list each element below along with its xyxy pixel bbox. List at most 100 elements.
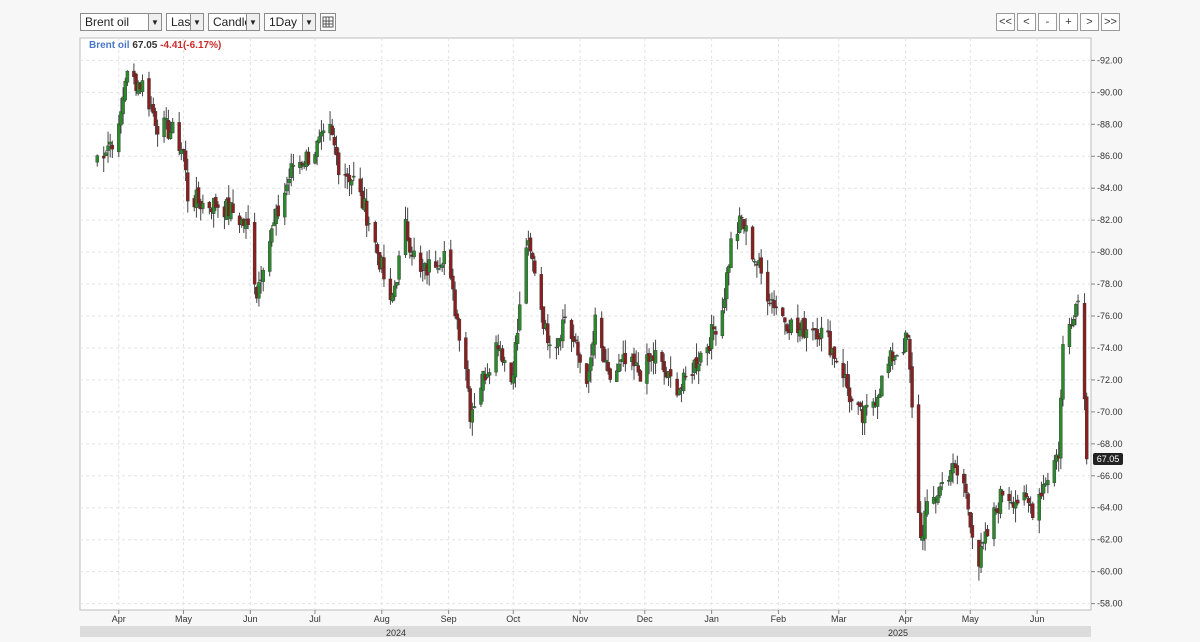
candle-body xyxy=(712,326,716,330)
candle-body xyxy=(1067,323,1072,348)
x-tick-label: Oct xyxy=(506,614,521,624)
candle-body xyxy=(257,282,261,299)
legend-series-name: Brent oil xyxy=(89,40,130,51)
candle-body xyxy=(819,327,824,339)
y-axis: -58.00 -60.00 -62.00 -64.00 -66.00 -68.00 -70.… xyxy=(1091,55,1123,609)
candle-body xyxy=(102,155,106,159)
candlestick-chart[interactable]: -58.00 -60.00 -62.00 -64.00 -66.00 -68.00 -70.… xyxy=(0,0,1200,637)
candle-body xyxy=(735,233,740,242)
candle-body xyxy=(177,122,181,151)
candle-body xyxy=(964,483,968,493)
last-price-label: 67.05 xyxy=(1097,454,1120,464)
candle-body xyxy=(455,313,459,320)
candle-body xyxy=(722,298,727,308)
candle-body xyxy=(804,329,809,338)
candle-body xyxy=(919,512,923,538)
candle-body xyxy=(966,493,970,510)
candle-body xyxy=(729,238,733,268)
candle-body xyxy=(472,406,477,409)
candle-body xyxy=(916,404,921,513)
candle-body xyxy=(696,363,701,372)
candle-body xyxy=(1076,300,1080,303)
candle-body xyxy=(740,217,744,219)
candle-body xyxy=(955,465,960,476)
candle-body xyxy=(668,369,673,377)
candle-body xyxy=(201,202,205,209)
candle-body xyxy=(1016,499,1020,504)
candle-body xyxy=(1031,503,1035,518)
candle-body xyxy=(895,355,899,357)
candle-body xyxy=(781,307,785,316)
candle-body xyxy=(554,346,559,349)
candle-body xyxy=(901,351,906,354)
candle-body xyxy=(908,339,912,370)
y-tick-label: -64.00 xyxy=(1097,503,1123,513)
x-axis: Apr May Jun Jul Aug Sep Oct Nov Dec Jan Feb Mar Apr M… xyxy=(112,610,1044,624)
x-tick-label: Jul xyxy=(309,614,321,624)
y-tick-label: -76.00 xyxy=(1097,311,1123,321)
candle-body xyxy=(382,257,386,280)
chart-legend: Brent oil 67.05 -4.41(-6.17%) xyxy=(89,40,221,51)
legend-value: 67.05 xyxy=(132,40,158,51)
candle-body xyxy=(893,356,897,361)
candle-body xyxy=(768,302,772,305)
x-tick-label: Mar xyxy=(831,614,847,624)
candle-body xyxy=(373,221,378,243)
candle-body xyxy=(164,118,168,120)
y-tick-label: -78.00 xyxy=(1097,279,1123,289)
candle-body xyxy=(246,218,250,225)
candle-body xyxy=(408,237,412,253)
candle-body xyxy=(684,375,688,378)
candle-body xyxy=(315,140,319,157)
candle-body xyxy=(1061,344,1065,400)
candle-body xyxy=(940,482,944,484)
candle-body xyxy=(759,257,763,274)
candle-body xyxy=(1041,483,1046,494)
candle-body xyxy=(453,289,457,317)
y-tick-label: -90.00 xyxy=(1097,87,1123,97)
candle-body xyxy=(1039,492,1044,497)
y-tick-label: -80.00 xyxy=(1097,247,1123,257)
candle-body xyxy=(457,318,462,341)
candle-body xyxy=(442,251,447,265)
candle-body xyxy=(968,512,972,528)
x-tick-label: May xyxy=(962,614,980,624)
candle-body xyxy=(750,226,755,260)
candle-body xyxy=(470,409,475,423)
candle-body xyxy=(638,370,643,382)
candle-body xyxy=(95,155,99,163)
candle-body xyxy=(367,223,371,225)
candle-body xyxy=(515,332,520,344)
candle-body xyxy=(106,145,110,151)
candle-body xyxy=(513,342,518,378)
candle-body xyxy=(216,204,220,208)
candle-body xyxy=(604,359,608,362)
candle-body xyxy=(546,323,550,344)
x-tick-label: Apr xyxy=(112,614,126,624)
candle-body xyxy=(865,404,869,408)
y-tick-label: -58.00 xyxy=(1097,599,1123,609)
candle-body xyxy=(186,172,190,202)
candle-body xyxy=(910,366,914,408)
candle-body xyxy=(500,348,505,363)
candle-body xyxy=(699,352,703,363)
x-tick-label: Jun xyxy=(243,614,258,624)
candle-body xyxy=(287,179,291,184)
candle-body xyxy=(589,357,593,371)
candle-body xyxy=(332,136,337,146)
candle-body xyxy=(906,334,910,338)
candle-body xyxy=(358,178,362,193)
candle-body xyxy=(634,362,638,366)
candle-body xyxy=(183,150,188,171)
candle-body xyxy=(1000,490,1005,496)
candle-body xyxy=(681,372,686,392)
candle-body xyxy=(140,80,145,93)
candle-body xyxy=(789,319,794,333)
candle-body xyxy=(125,70,130,83)
chart-canvas[interactable]: -58.00 -60.00 -62.00 -64.00 -66.00 -68.00 -70.… xyxy=(0,0,1200,637)
candle-body xyxy=(267,241,272,272)
candle-body xyxy=(155,126,160,135)
candle-body xyxy=(720,310,725,337)
candle-body xyxy=(196,187,201,204)
candle-body xyxy=(1026,498,1031,504)
